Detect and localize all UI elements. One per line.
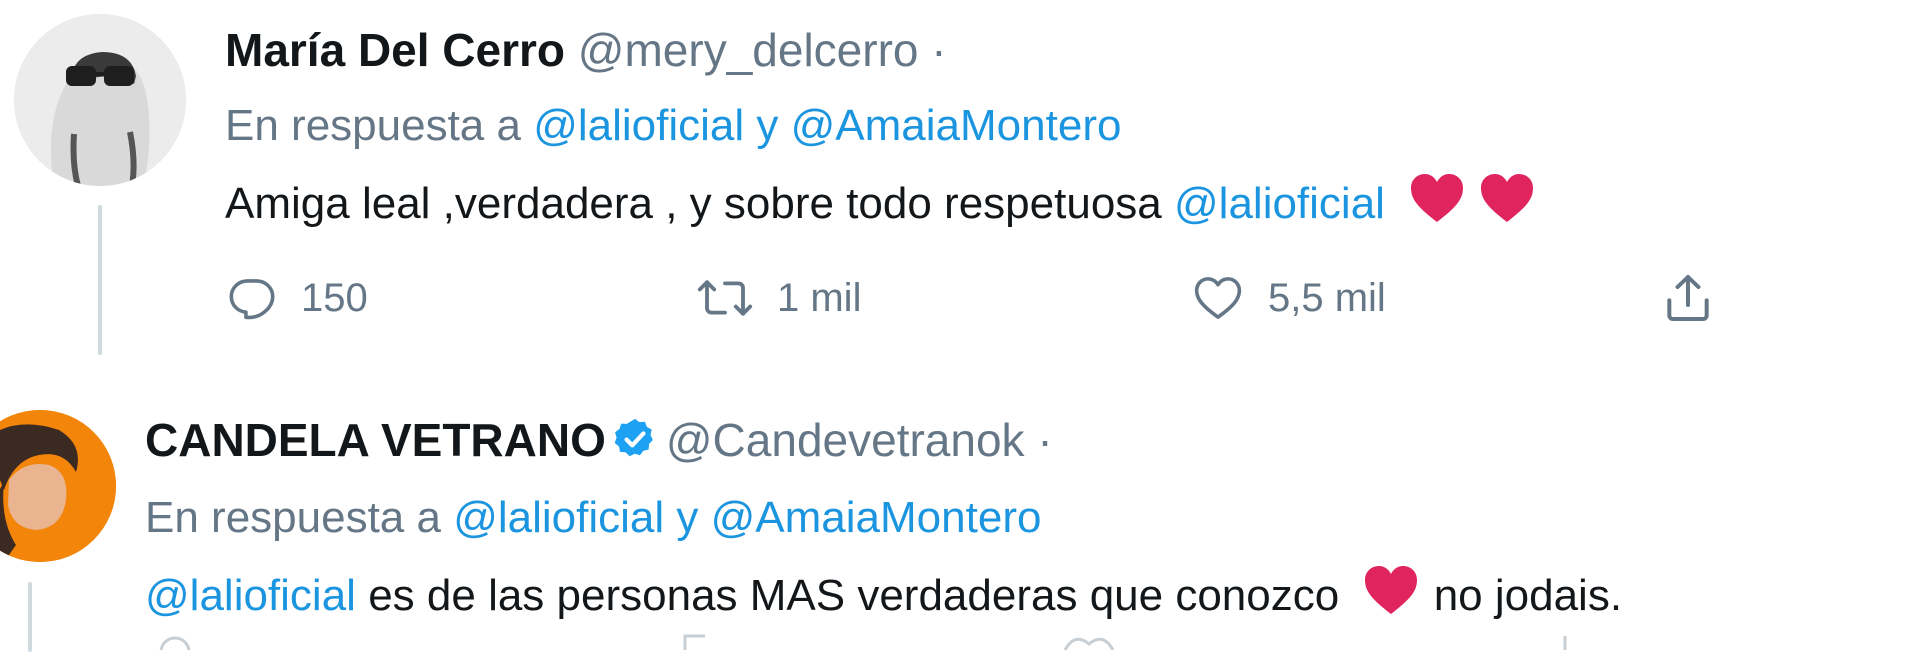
reply-mention-lalioficial[interactable]: @lalioficial bbox=[453, 493, 664, 542]
heart-emoji bbox=[1407, 170, 1467, 240]
author-handle[interactable]: @mery_delcerro bbox=[578, 24, 919, 76]
thread-line bbox=[98, 205, 102, 355]
verified-badge-icon bbox=[612, 416, 658, 474]
like-count: 5,5 mil bbox=[1268, 275, 1386, 320]
reply-joiner: y bbox=[676, 493, 699, 542]
retweet-button[interactable]: 1 mil bbox=[695, 268, 861, 328]
avatar[interactable] bbox=[0, 410, 116, 562]
author-handle[interactable]: @Candevetranok bbox=[666, 414, 1025, 466]
reply-context: En respuesta a @lalioficial y @AmaiaMont… bbox=[225, 98, 1121, 154]
retweet-icon bbox=[697, 280, 753, 316]
share-button[interactable] bbox=[1660, 268, 1716, 328]
tweet-actions: 150 1 mil 5,5 mil bbox=[225, 268, 1745, 328]
tweet-text-ending: no jodais. bbox=[1433, 571, 1623, 620]
reply-count: 150 bbox=[301, 275, 368, 320]
like-button[interactable]: 5,5 mil bbox=[1190, 268, 1386, 328]
reply-mention-amaiamontero[interactable]: @AmaiaMontero bbox=[711, 493, 1042, 542]
text-mention-lalioficial[interactable]: @lalioficial bbox=[145, 571, 356, 620]
reply-mention-lalioficial[interactable]: @lalioficial bbox=[533, 101, 744, 150]
tweet-text: Amiga leal ,verdadera , y sobre todo res… bbox=[225, 170, 1537, 240]
heart-outline-icon bbox=[1194, 277, 1242, 319]
header-separator: · bbox=[1037, 414, 1053, 466]
tweet-candela-vetrano[interactable]: CANDELA VETRANO @Candevetranok · En respu… bbox=[0, 372, 1920, 655]
reply-mention-amaiamontero[interactable]: @AmaiaMontero bbox=[791, 101, 1122, 150]
thread-line bbox=[28, 582, 32, 652]
reply-prefix: En respuesta a bbox=[225, 101, 521, 150]
tweet-header: María Del Cerro @mery_delcerro · bbox=[225, 22, 947, 78]
author-name[interactable]: María Del Cerro bbox=[225, 24, 565, 76]
tweet-maria-del-cerro[interactable]: María Del Cerro @mery_delcerro · En resp… bbox=[0, 0, 1920, 360]
reply-icon bbox=[229, 279, 275, 320]
reply-joiner: y bbox=[756, 101, 779, 150]
tweet-header: CANDELA VETRANO @Candevetranok · bbox=[145, 412, 1053, 474]
tweet-text: @lalioficial es de las personas MAS verd… bbox=[145, 562, 1622, 632]
heart-emoji bbox=[1361, 562, 1421, 632]
reply-button[interactable]: 150 bbox=[225, 268, 368, 328]
tweet-text-content: es de las personas MAS verdaderas que co… bbox=[368, 571, 1340, 620]
text-mention-lalioficial[interactable]: @lalioficial bbox=[1174, 179, 1385, 228]
reply-context: En respuesta a @lalioficial y @AmaiaMont… bbox=[145, 490, 1041, 546]
avatar[interactable] bbox=[14, 14, 186, 186]
retweet-count: 1 mil bbox=[777, 275, 862, 320]
header-separator: · bbox=[931, 24, 947, 76]
heart-emoji bbox=[1477, 170, 1537, 240]
share-icon bbox=[1667, 275, 1709, 321]
reply-prefix: En respuesta a bbox=[145, 493, 441, 542]
author-name[interactable]: CANDELA VETRANO bbox=[145, 414, 606, 466]
tweet-actions-partial bbox=[145, 630, 1645, 655]
tweet-text-content: Amiga leal ,verdadera , y sobre todo res… bbox=[225, 179, 1162, 228]
